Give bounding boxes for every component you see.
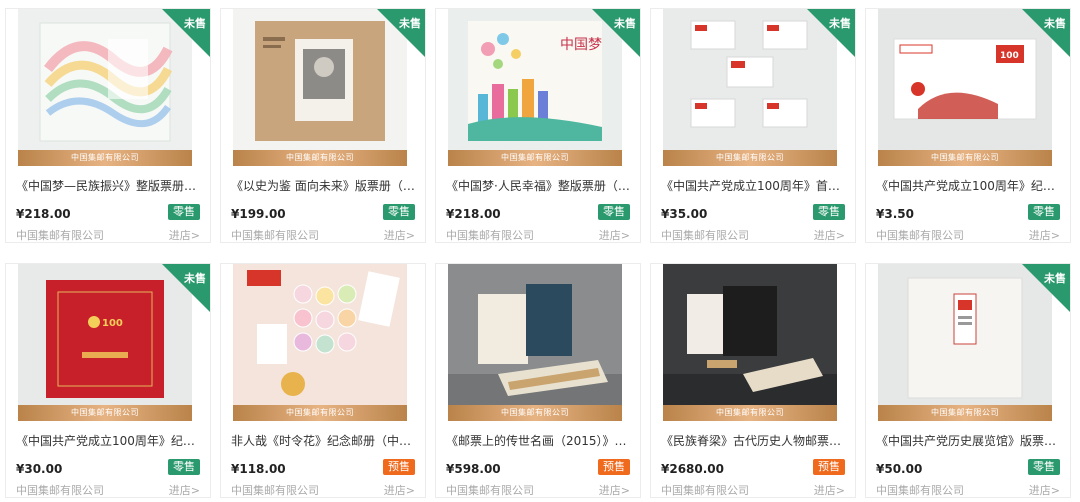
product-card[interactable]: 中国集邮有限公司 未售 《中国共产党历史展览馆》版票折（... ¥50.00 零… — [865, 263, 1071, 498]
unsold-ribbon: 未售 — [162, 264, 210, 312]
product-card[interactable]: 中国集邮有限公司 《民族脊梁》古代历史人物邮票珍藏... ¥2680.00 预售… — [650, 263, 856, 498]
product-price: ¥118.00 — [231, 462, 286, 476]
product-title[interactable]: 《邮票上的传世名画（2015）》邮票... — [446, 432, 632, 449]
product-title[interactable]: 《中国共产党成立100周年》纪念封... — [876, 177, 1062, 194]
enter-shop-link[interactable]: 进店> — [169, 227, 200, 243]
product-price: ¥35.00 — [661, 207, 708, 221]
ribbon-label: 未售 — [1044, 17, 1066, 30]
product-card[interactable]: 中国梦 中国集邮有限公司 未售 《中国梦·人民幸福》整版票册（中国... ¥21… — [435, 8, 641, 243]
shop-name[interactable]: 中国集邮有限公司 — [446, 482, 534, 498]
sale-type-badge: 零售 — [1028, 459, 1060, 475]
sale-type-badge: 零售 — [168, 204, 200, 220]
shop-name[interactable]: 中国集邮有限公司 — [661, 227, 749, 243]
unsold-ribbon: 未售 — [377, 9, 425, 57]
product-title[interactable]: 《民族脊梁》古代历史人物邮票珍藏... — [661, 432, 847, 449]
enter-shop-link[interactable]: 进店> — [814, 482, 845, 498]
brand-bar: 中国集邮有限公司 — [878, 150, 1052, 166]
product-card[interactable]: 中国集邮有限公司 未售 《中国共产党成立100周年》首日封... ¥35.00 … — [650, 8, 856, 243]
ribbon-label: 未售 — [399, 17, 421, 30]
sale-type-badge: 预售 — [598, 459, 630, 475]
brand-bar: 中国集邮有限公司 — [663, 150, 837, 166]
product-price: ¥3.50 — [876, 207, 914, 221]
product-price: ¥218.00 — [16, 207, 71, 221]
sale-type-badge: 零售 — [168, 459, 200, 475]
product-card[interactable]: 100 中国集邮有限公司 未售 《中国共产党成立100周年》纪念邮... ¥30… — [5, 263, 211, 498]
enter-shop-link[interactable]: 进店> — [814, 227, 845, 243]
product-title[interactable]: 非人哉《时令花》纪念邮册（中国集... — [231, 432, 417, 449]
product-card[interactable]: 中国集邮有限公司 未售 《中国梦—民族振兴》整版票册（中... ¥218.00 … — [5, 8, 211, 243]
unsold-ribbon: 未售 — [1022, 264, 1070, 312]
sale-type-badge: 预售 — [813, 459, 845, 475]
product-image[interactable]: 中国集邮有限公司 — [663, 264, 837, 421]
brand-bar: 中国集邮有限公司 — [448, 405, 622, 421]
product-card[interactable]: 100 中国集邮有限公司 未售 《中国共产党成立100周年》纪念封... ¥3.… — [865, 8, 1071, 243]
product-card[interactable]: 中国集邮有限公司 《邮票上的传世名画（2015）》邮票... ¥598.00 预… — [435, 263, 641, 498]
enter-shop-link[interactable]: 进店> — [384, 482, 415, 498]
sale-type-badge: 零售 — [383, 204, 415, 220]
sale-type-badge: 零售 — [598, 204, 630, 220]
product-image[interactable]: 中国集邮有限公司 — [233, 264, 407, 421]
brand-bar: 中国集邮有限公司 — [233, 150, 407, 166]
shop-name[interactable]: 中国集邮有限公司 — [16, 227, 104, 243]
brand-bar: 中国集邮有限公司 — [878, 405, 1052, 421]
unsold-ribbon: 未售 — [1022, 9, 1070, 57]
ribbon-label: 未售 — [1044, 272, 1066, 285]
shop-name[interactable]: 中国集邮有限公司 — [231, 482, 319, 498]
product-price: ¥598.00 — [446, 462, 501, 476]
unsold-ribbon: 未售 — [162, 9, 210, 57]
dark-collection-books-image — [663, 264, 837, 421]
svg-text:100: 100 — [1000, 51, 1019, 61]
shop-name[interactable]: 中国集邮有限公司 — [876, 482, 964, 498]
product-price: ¥199.00 — [231, 207, 286, 221]
painting-stamp-books-image — [448, 264, 622, 421]
product-price: ¥2680.00 — [661, 462, 725, 476]
enter-shop-link[interactable]: 进店> — [169, 482, 200, 498]
product-title[interactable]: 《中国梦·人民幸福》整版票册（中国... — [446, 177, 632, 194]
sale-type-badge: 零售 — [813, 204, 845, 220]
brand-bar: 中国集邮有限公司 — [18, 405, 192, 421]
svg-text:100: 100 — [102, 318, 123, 329]
enter-shop-link[interactable]: 进店> — [384, 227, 415, 243]
product-title[interactable]: 《中国共产党成立100周年》首日封... — [661, 177, 847, 194]
enter-shop-link[interactable]: 进店> — [599, 482, 630, 498]
enter-shop-link[interactable]: 进店> — [599, 227, 630, 243]
product-card[interactable]: 中国集邮有限公司 未售 《以史为鉴 面向未来》版票册（中国... ¥199.00… — [220, 8, 426, 243]
ribbon-label: 未售 — [184, 272, 206, 285]
product-title[interactable]: 《中国共产党历史展览馆》版票折（... — [876, 432, 1062, 449]
brand-bar: 中国集邮有限公司 — [233, 405, 407, 421]
brand-bar: 中国集邮有限公司 — [448, 150, 622, 166]
product-title[interactable]: 《以史为鉴 面向未来》版票册（中国... — [231, 177, 417, 194]
ribbon-label: 未售 — [184, 17, 206, 30]
product-price: ¥50.00 — [876, 462, 923, 476]
shop-name[interactable]: 中国集邮有限公司 — [446, 227, 534, 243]
sale-type-badge: 零售 — [1028, 204, 1060, 220]
shop-name[interactable]: 中国集邮有限公司 — [661, 482, 749, 498]
ribbon-label: 未售 — [614, 17, 636, 30]
product-title[interactable]: 《中国梦—民族振兴》整版票册（中... — [16, 177, 202, 194]
product-image[interactable]: 中国集邮有限公司 — [448, 264, 622, 421]
flower-stamp-album-image — [233, 264, 407, 421]
enter-shop-link[interactable]: 进店> — [1029, 482, 1060, 498]
shop-name[interactable]: 中国集邮有限公司 — [16, 482, 104, 498]
shop-name[interactable]: 中国集邮有限公司 — [231, 227, 319, 243]
product-grid: 中国集邮有限公司 未售 《中国梦—民族振兴》整版票册（中... ¥218.00 … — [0, 0, 1080, 502]
ribbon-label: 未售 — [829, 17, 851, 30]
unsold-ribbon: 未售 — [592, 9, 640, 57]
product-title[interactable]: 《中国共产党成立100周年》纪念邮... — [16, 432, 202, 449]
enter-shop-link[interactable]: 进店> — [1029, 227, 1060, 243]
brand-bar: 中国集邮有限公司 — [663, 405, 837, 421]
product-price: ¥30.00 — [16, 462, 63, 476]
unsold-ribbon: 未售 — [807, 9, 855, 57]
product-card[interactable]: 中国集邮有限公司 非人哉《时令花》纪念邮册（中国集... ¥118.00 预售 … — [220, 263, 426, 498]
shop-name[interactable]: 中国集邮有限公司 — [876, 227, 964, 243]
brand-bar: 中国集邮有限公司 — [18, 150, 192, 166]
sale-type-badge: 预售 — [383, 459, 415, 475]
product-price: ¥218.00 — [446, 207, 501, 221]
